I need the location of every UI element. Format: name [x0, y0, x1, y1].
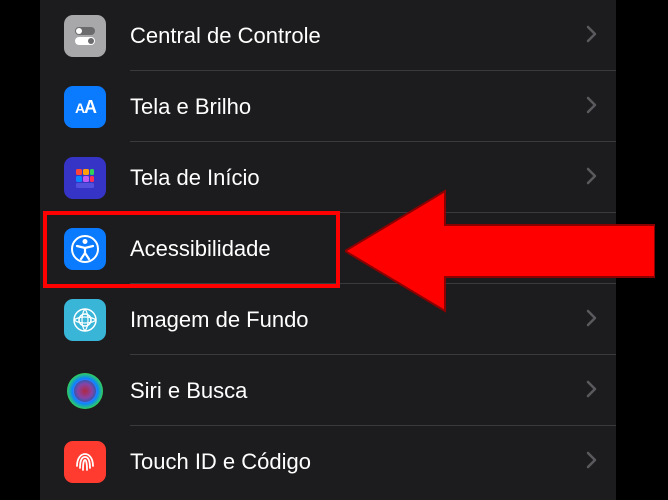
settings-panel: Central de Controle A A Tela e Brilho [40, 0, 616, 500]
display-brightness-icon: A A [64, 86, 106, 128]
chevron-right-icon [586, 165, 598, 191]
svg-text:A: A [84, 97, 97, 117]
settings-item-display-brightness[interactable]: A A Tela e Brilho [40, 71, 616, 142]
settings-list: Central de Controle A A Tela e Brilho [40, 0, 616, 497]
settings-item-label: Siri e Busca [130, 378, 586, 404]
settings-item-label: Tela de Início [130, 165, 586, 191]
chevron-right-icon [586, 23, 598, 49]
settings-item-touch-id[interactable]: Touch ID e Código [40, 426, 616, 497]
settings-item-wallpaper[interactable]: Imagem de Fundo [40, 284, 616, 355]
wallpaper-icon [64, 299, 106, 341]
settings-item-label: Central de Controle [130, 23, 586, 49]
settings-item-accessibility[interactable]: Acessibilidade [40, 213, 616, 284]
settings-item-control-center[interactable]: Central de Controle [40, 0, 616, 71]
settings-item-siri-search[interactable]: Siri e Busca [40, 355, 616, 426]
accessibility-icon [64, 228, 106, 270]
settings-item-label: Acessibilidade [130, 236, 586, 262]
siri-icon [64, 370, 106, 412]
chevron-right-icon [586, 236, 598, 262]
settings-item-home-screen[interactable]: Tela de Início [40, 142, 616, 213]
control-center-icon [64, 15, 106, 57]
home-screen-icon [64, 157, 106, 199]
chevron-right-icon [586, 94, 598, 120]
settings-item-label: Touch ID e Código [130, 449, 586, 475]
touch-id-icon [64, 441, 106, 483]
chevron-right-icon [586, 378, 598, 404]
chevron-right-icon [586, 307, 598, 333]
settings-item-label: Imagem de Fundo [130, 307, 586, 333]
chevron-right-icon [586, 449, 598, 475]
settings-item-label: Tela e Brilho [130, 94, 586, 120]
